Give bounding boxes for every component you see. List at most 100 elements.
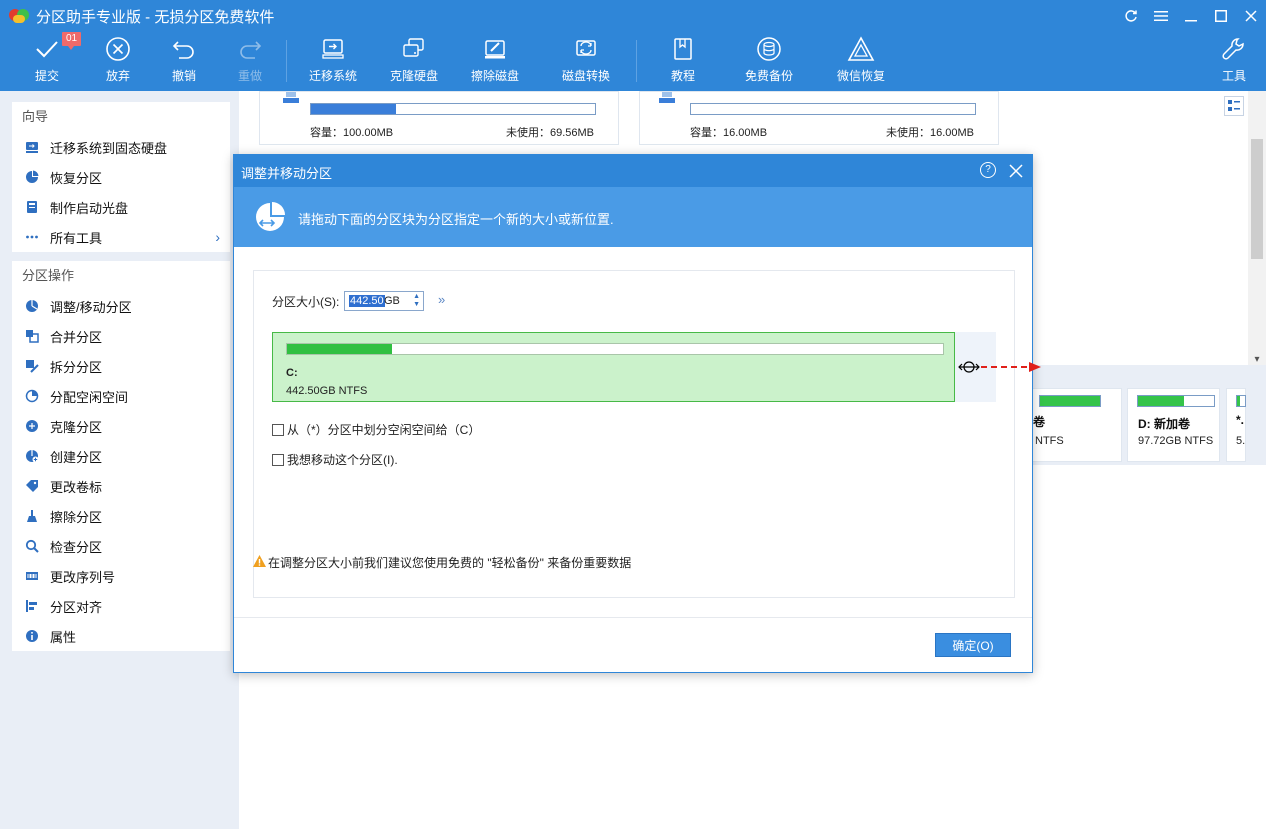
maximize-icon[interactable] [1206, 0, 1236, 32]
partition-card[interactable]: 容量：16.00MB 未使用：16.00MB [639, 91, 999, 145]
sidebar-item-align-partition[interactable]: 分区对齐 [12, 591, 230, 621]
sidebar-item-wipe-partition[interactable]: 擦除分区 [12, 501, 230, 531]
window-title: 分区助手专业版 - 无损分区免费软件 [36, 8, 275, 26]
spin-arrows-icon[interactable]: ▲ ▼ [413, 293, 420, 309]
wechat-recovery-button[interactable]: 微信恢复 [835, 32, 887, 91]
checkbox-box[interactable] [272, 423, 284, 436]
more-dots-icon [24, 229, 40, 245]
usage-bar [1137, 395, 1215, 407]
usage-bar [690, 103, 976, 115]
magnifier-icon [24, 538, 40, 554]
submit-button[interactable]: 提交 [30, 32, 64, 91]
redo-icon [237, 32, 263, 66]
toolbar-divider [636, 40, 637, 82]
partition-ops-section: 分区操作 调整/移动分区 合并分区 拆分分区 分配空闲空间 克隆分区 创建分区 … [12, 261, 230, 651]
sidebar-item-resize-move[interactable]: 调整/移动分区 [12, 291, 230, 321]
allocate-icon [24, 388, 40, 404]
sidebar-item-change-label[interactable]: 更改卷标 [12, 471, 230, 501]
help-icon[interactable]: ? [980, 162, 996, 178]
sidebar-item-allocate-free-space[interactable]: 分配空闲空间 [12, 381, 230, 411]
recover-pie-icon [24, 169, 40, 185]
partition-drag-area: C: 442.50GB NTFS [272, 332, 1041, 402]
clone-partition-icon [24, 418, 40, 434]
sidebar-item-merge[interactable]: 合并分区 [12, 321, 230, 351]
disk-partition-block[interactable]: *. 5. [1226, 388, 1246, 462]
convert-disk-button[interactable]: 磁盘转换 [560, 32, 612, 91]
sidebar-item-recover-partition[interactable]: 恢复分区 [12, 162, 230, 192]
sidebar-item-properties[interactable]: 属性 [12, 621, 230, 651]
size-value: 442.50 [349, 295, 385, 307]
drag-direction-arrow-icon [979, 361, 1043, 376]
toolbar: 提交 01 放弃 撤销 重做 迁移系统 克隆硬盘 擦除磁盘 磁盘转换 教程 免费… [0, 32, 1266, 91]
sidebar-item-clone-partition[interactable]: 克隆分区 [12, 411, 230, 441]
discard-button[interactable]: 放弃 [103, 32, 133, 91]
usage-bar [1039, 395, 1101, 407]
wrench-icon [1221, 32, 1247, 66]
expand-advanced-icon[interactable]: » [438, 292, 445, 307]
dialog-close-icon[interactable] [1009, 158, 1023, 184]
minimize-icon[interactable] [1176, 0, 1206, 32]
sidebar-item-create-partition[interactable]: 创建分区 [12, 441, 230, 471]
move-partition-checkbox[interactable]: 我想移动这个分区(I). [272, 451, 398, 468]
warning-icon [252, 554, 267, 571]
title-bar: 分区助手专业版 - 无损分区免费软件 [0, 0, 1266, 32]
redo-button[interactable]: 重做 [235, 32, 265, 91]
broom-icon [24, 508, 40, 524]
sidebar-item-change-serial[interactable]: 更改序列号 [12, 561, 230, 591]
scrollbar-thumb[interactable] [1251, 139, 1263, 259]
partition-size-input[interactable]: 442.50 GB ▲ ▼ [344, 291, 424, 311]
merge-icon [24, 328, 40, 344]
align-icon [24, 598, 40, 614]
clone-disk-button[interactable]: 克隆硬盘 [388, 32, 440, 91]
split-icon [24, 358, 40, 374]
dialog-body: 分区大小(S): 442.50 GB ▲ ▼ » C: 442.50GB NTFS… [252, 270, 1041, 598]
resize-move-dialog: 调整并移动分区 ? 请拖动下面的分区块为分区指定一个新的大小或新位置. 分区大小… [233, 154, 1041, 673]
sidebar-item-split[interactable]: 拆分分区 [12, 351, 230, 381]
refresh-icon[interactable] [1116, 0, 1146, 32]
disk-partition-block[interactable]: D: 新加卷 97.72GB NTFS [1127, 388, 1220, 462]
discard-icon [105, 32, 131, 66]
dialog-banner: 请拖动下面的分区块为分区指定一个新的大小或新位置. [234, 187, 1032, 247]
tag-icon [24, 478, 40, 494]
free-backup-button[interactable]: 免费备份 [743, 32, 795, 91]
wizard-section: 向导 迁移系统到固态硬盘 恢复分区 制作启动光盘 所有工具 › [12, 102, 230, 252]
menu-icon[interactable] [1146, 0, 1176, 32]
usage-bar [1236, 395, 1246, 407]
dialog-title: 调整并移动分区 [241, 166, 333, 181]
sidebar-item-boot-disc[interactable]: 制作启动光盘 [12, 192, 230, 222]
wipe-disk-button[interactable]: 擦除磁盘 [469, 32, 521, 91]
view-toggle-icon[interactable] [1224, 96, 1244, 116]
sidebar-item-migrate-to-ssd[interactable]: 迁移系统到固态硬盘 [12, 132, 230, 162]
create-partition-icon [24, 448, 40, 464]
migrate-os-icon [320, 32, 346, 66]
resize-pie-icon [254, 201, 286, 236]
sidebar-item-check-partition[interactable]: 检查分区 [12, 531, 230, 561]
undo-button[interactable]: 撤销 [169, 32, 199, 91]
usage-bar [310, 103, 596, 115]
dialog-titlebar: 调整并移动分区 ? [234, 155, 1032, 187]
tutorial-button[interactable]: 教程 [669, 32, 697, 91]
banner-instruction: 请拖动下面的分区块为分区指定一个新的大小或新位置. [298, 212, 614, 227]
resize-icon [24, 298, 40, 314]
checkbox-box[interactable] [272, 453, 284, 466]
dialog-divider [234, 617, 1032, 618]
ok-button[interactable]: 确定(O) [935, 633, 1011, 657]
allocate-free-space-checkbox[interactable]: 从（*）分区中划分空闲空间给（C） [272, 421, 480, 438]
wipe-disk-icon [482, 32, 508, 66]
resize-handle-icon[interactable] [958, 360, 980, 374]
partition-block-c[interactable]: C: 442.50GB NTFS [272, 332, 955, 402]
boot-disc-icon [24, 199, 40, 215]
disk-partition-block[interactable]: 卷 NTFS [1032, 388, 1122, 462]
close-icon[interactable] [1236, 0, 1266, 32]
book-icon [671, 32, 695, 66]
partition-card[interactable]: 容量：100.00MB 未使用：69.56MB [259, 91, 619, 145]
vertical-scrollbar[interactable]: ▾ [1248, 91, 1266, 367]
sidebar-item-all-tools[interactable]: 所有工具 › [12, 222, 230, 252]
size-unit: GB [384, 295, 400, 307]
wizard-title: 向导 [22, 109, 49, 124]
tools-button[interactable]: 工具 [1220, 32, 1248, 91]
migrate-os-button[interactable]: 迁移系统 [307, 32, 359, 91]
wechat-recovery-icon [847, 32, 875, 66]
info-icon [24, 628, 40, 644]
app-logo-icon [8, 5, 30, 27]
